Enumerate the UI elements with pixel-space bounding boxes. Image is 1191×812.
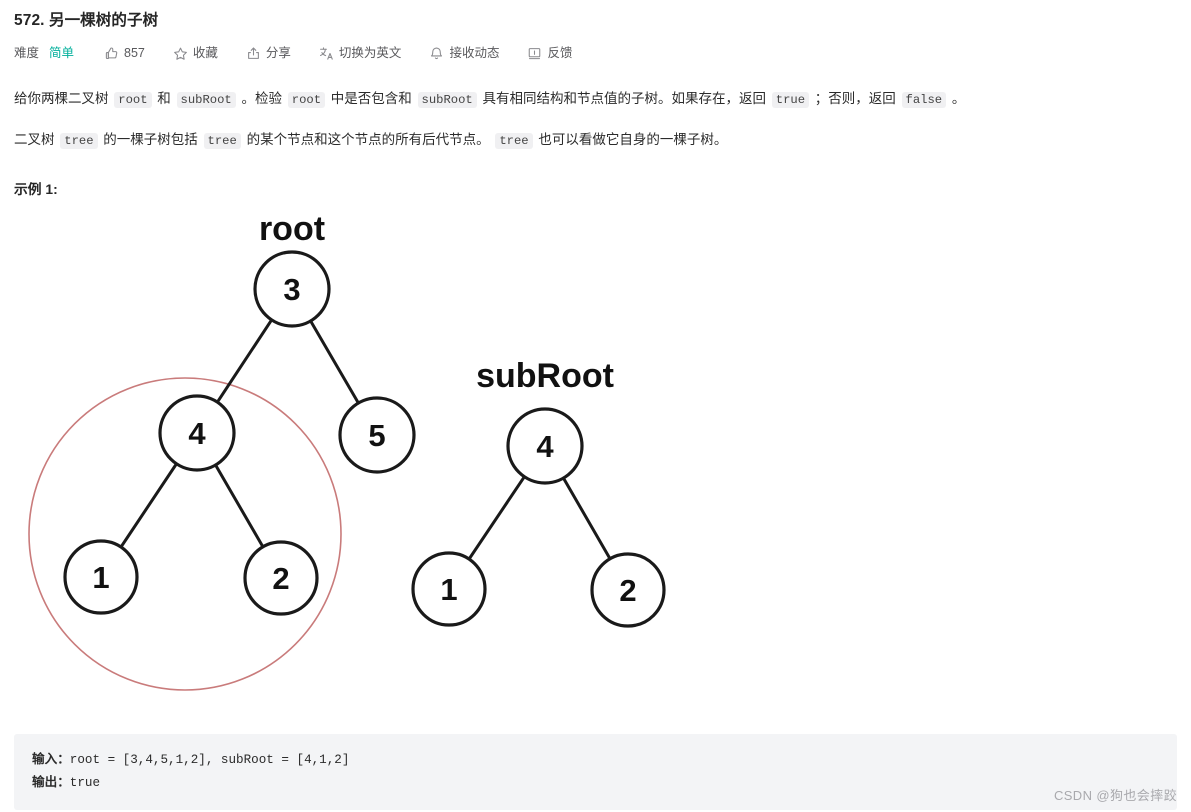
root-tree-label: root (259, 210, 325, 248)
output-label: 输出： (32, 775, 70, 789)
binary-tree-diagram: 3 4 5 1 2 4 1 2 root subRoot (28, 210, 666, 691)
tree-edge (308, 317, 361, 407)
tree-edge (560, 474, 613, 563)
example-figure: 3 4 5 1 2 4 1 2 root subRoot (14, 206, 1177, 706)
subscribe-label: 接收动态 (449, 46, 500, 60)
inline-code: tree (203, 133, 241, 149)
tree-edge (466, 473, 527, 563)
feedback-button[interactable]: 反馈 (527, 44, 572, 62)
share-label: 分享 (265, 46, 291, 60)
like-button[interactable]: 857 (104, 44, 145, 62)
inline-code: subRoot (176, 92, 236, 108)
inline-code: true (771, 92, 810, 108)
output-value: true (69, 776, 101, 790)
share-button[interactable]: 分享 (246, 44, 291, 62)
tree-node-value: 1 (92, 560, 109, 595)
inline-code: root (114, 92, 152, 108)
bell-icon (429, 46, 444, 61)
inline-code: subRoot (417, 92, 477, 108)
thumbs-up-icon (104, 46, 119, 61)
inline-code: tree (60, 133, 98, 149)
tree-edge (213, 461, 266, 551)
feedback-label: 反馈 (547, 46, 573, 60)
inline-code: tree (495, 133, 533, 149)
star-icon (173, 46, 188, 61)
translate-icon (319, 46, 334, 61)
translate-button[interactable]: 切换为英文 (319, 44, 402, 62)
tree-node-value: 1 (440, 572, 457, 607)
tree-edge (214, 316, 275, 406)
problem-page: 572. 另一棵树的子树 难度 简单 857 收藏 分享 切换为英文 接收动态 … (0, 0, 1191, 812)
feedback-icon (527, 46, 542, 61)
input-value: root = [3,4,5,1,2], subRoot = [4,1,2] (69, 753, 350, 767)
inline-code: false (901, 92, 947, 108)
description-paragraph-2: 二叉树 tree 的一棵子树包括 tree 的某个节点和这个节点的所有后代节点。… (14, 132, 728, 149)
tree-node-value: 4 (536, 429, 554, 464)
tree-edge (118, 460, 180, 551)
subroot-tree-label: subRoot (476, 357, 614, 395)
share-icon (246, 46, 261, 61)
favorite-button[interactable]: 收藏 (173, 44, 218, 62)
description-paragraph-1: 给你两棵二叉树 root 和 subRoot 。检验 root 中是否包含和 s… (14, 91, 966, 108)
tree-node-value: 3 (283, 272, 300, 307)
example-heading: 示例 1: (14, 182, 58, 197)
difficulty-label: 难度 (14, 46, 40, 60)
tree-node-value: 2 (272, 561, 289, 596)
tree-node-value: 4 (188, 416, 206, 451)
problem-title-text: 572. 另一棵树的子树 (14, 12, 159, 29)
tree-node-value: 5 (368, 418, 385, 453)
inline-code: root (287, 92, 326, 108)
problem-description: 给你两棵二叉树 root 和 subRoot 。检验 root 中是否包含和 s… (14, 88, 1177, 152)
favorite-label: 收藏 (192, 46, 218, 60)
input-label: 输入： (32, 752, 70, 766)
watermark: CSDN @狗也会摔跤 (1053, 788, 1177, 803)
translate-label: 切换为英文 (338, 46, 402, 60)
tree-node-value: 2 (619, 573, 636, 608)
example-io-block: 输入：root = [3,4,5,1,2], subRoot = [4,1,2]… (14, 734, 1177, 810)
subscribe-button[interactable]: 接收动态 (429, 44, 499, 62)
difficulty-badge: 简单 (49, 46, 75, 60)
page-title: 572. 另一棵树的子树 (14, 0, 1177, 32)
problem-meta-toolbar: 难度 简单 857 收藏 分享 切换为英文 接收动态 反馈 (14, 44, 1177, 62)
like-count: 857 (124, 46, 145, 60)
